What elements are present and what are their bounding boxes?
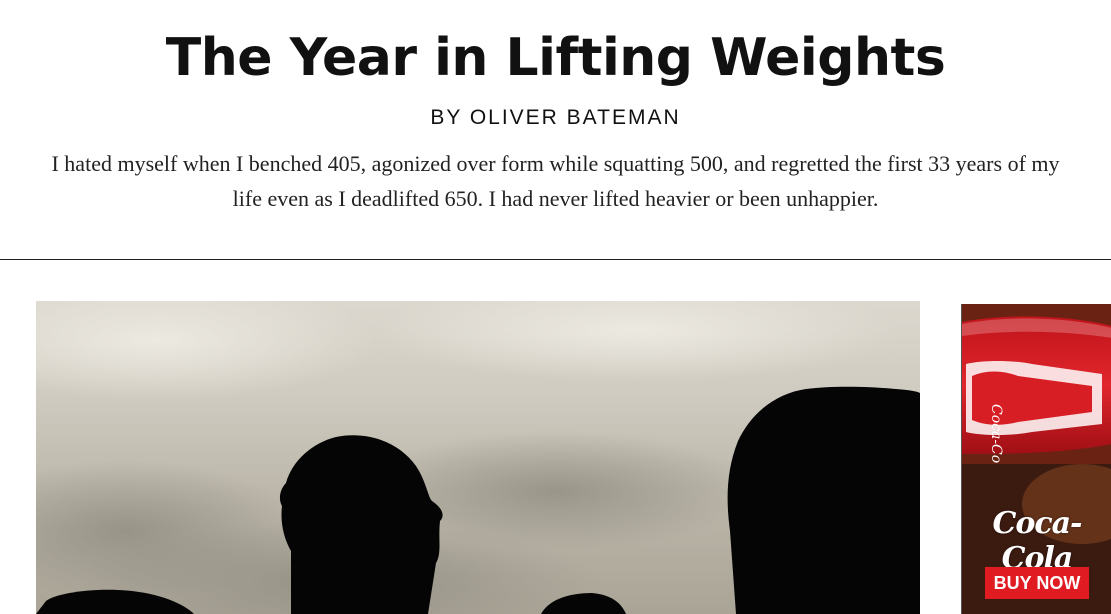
article-byline[interactable]: BY OLIVER BATEMAN	[0, 104, 1111, 132]
hero-image[interactable]	[36, 301, 920, 614]
coca-cola-ad[interactable]: Coca-Cola Coca-Cola BUY NOW	[961, 304, 1111, 614]
article-title: The Year in Lifting Weights	[165, 28, 946, 88]
coca-cola-logo: Coca-Cola	[992, 506, 1082, 576]
buy-now-button[interactable]: BUY NOW	[985, 567, 1089, 599]
silhouettes-photo-icon	[36, 301, 920, 614]
article-dek: I hated myself when I benched 405, agoni…	[51, 151, 1060, 211]
header-divider	[0, 259, 1111, 260]
